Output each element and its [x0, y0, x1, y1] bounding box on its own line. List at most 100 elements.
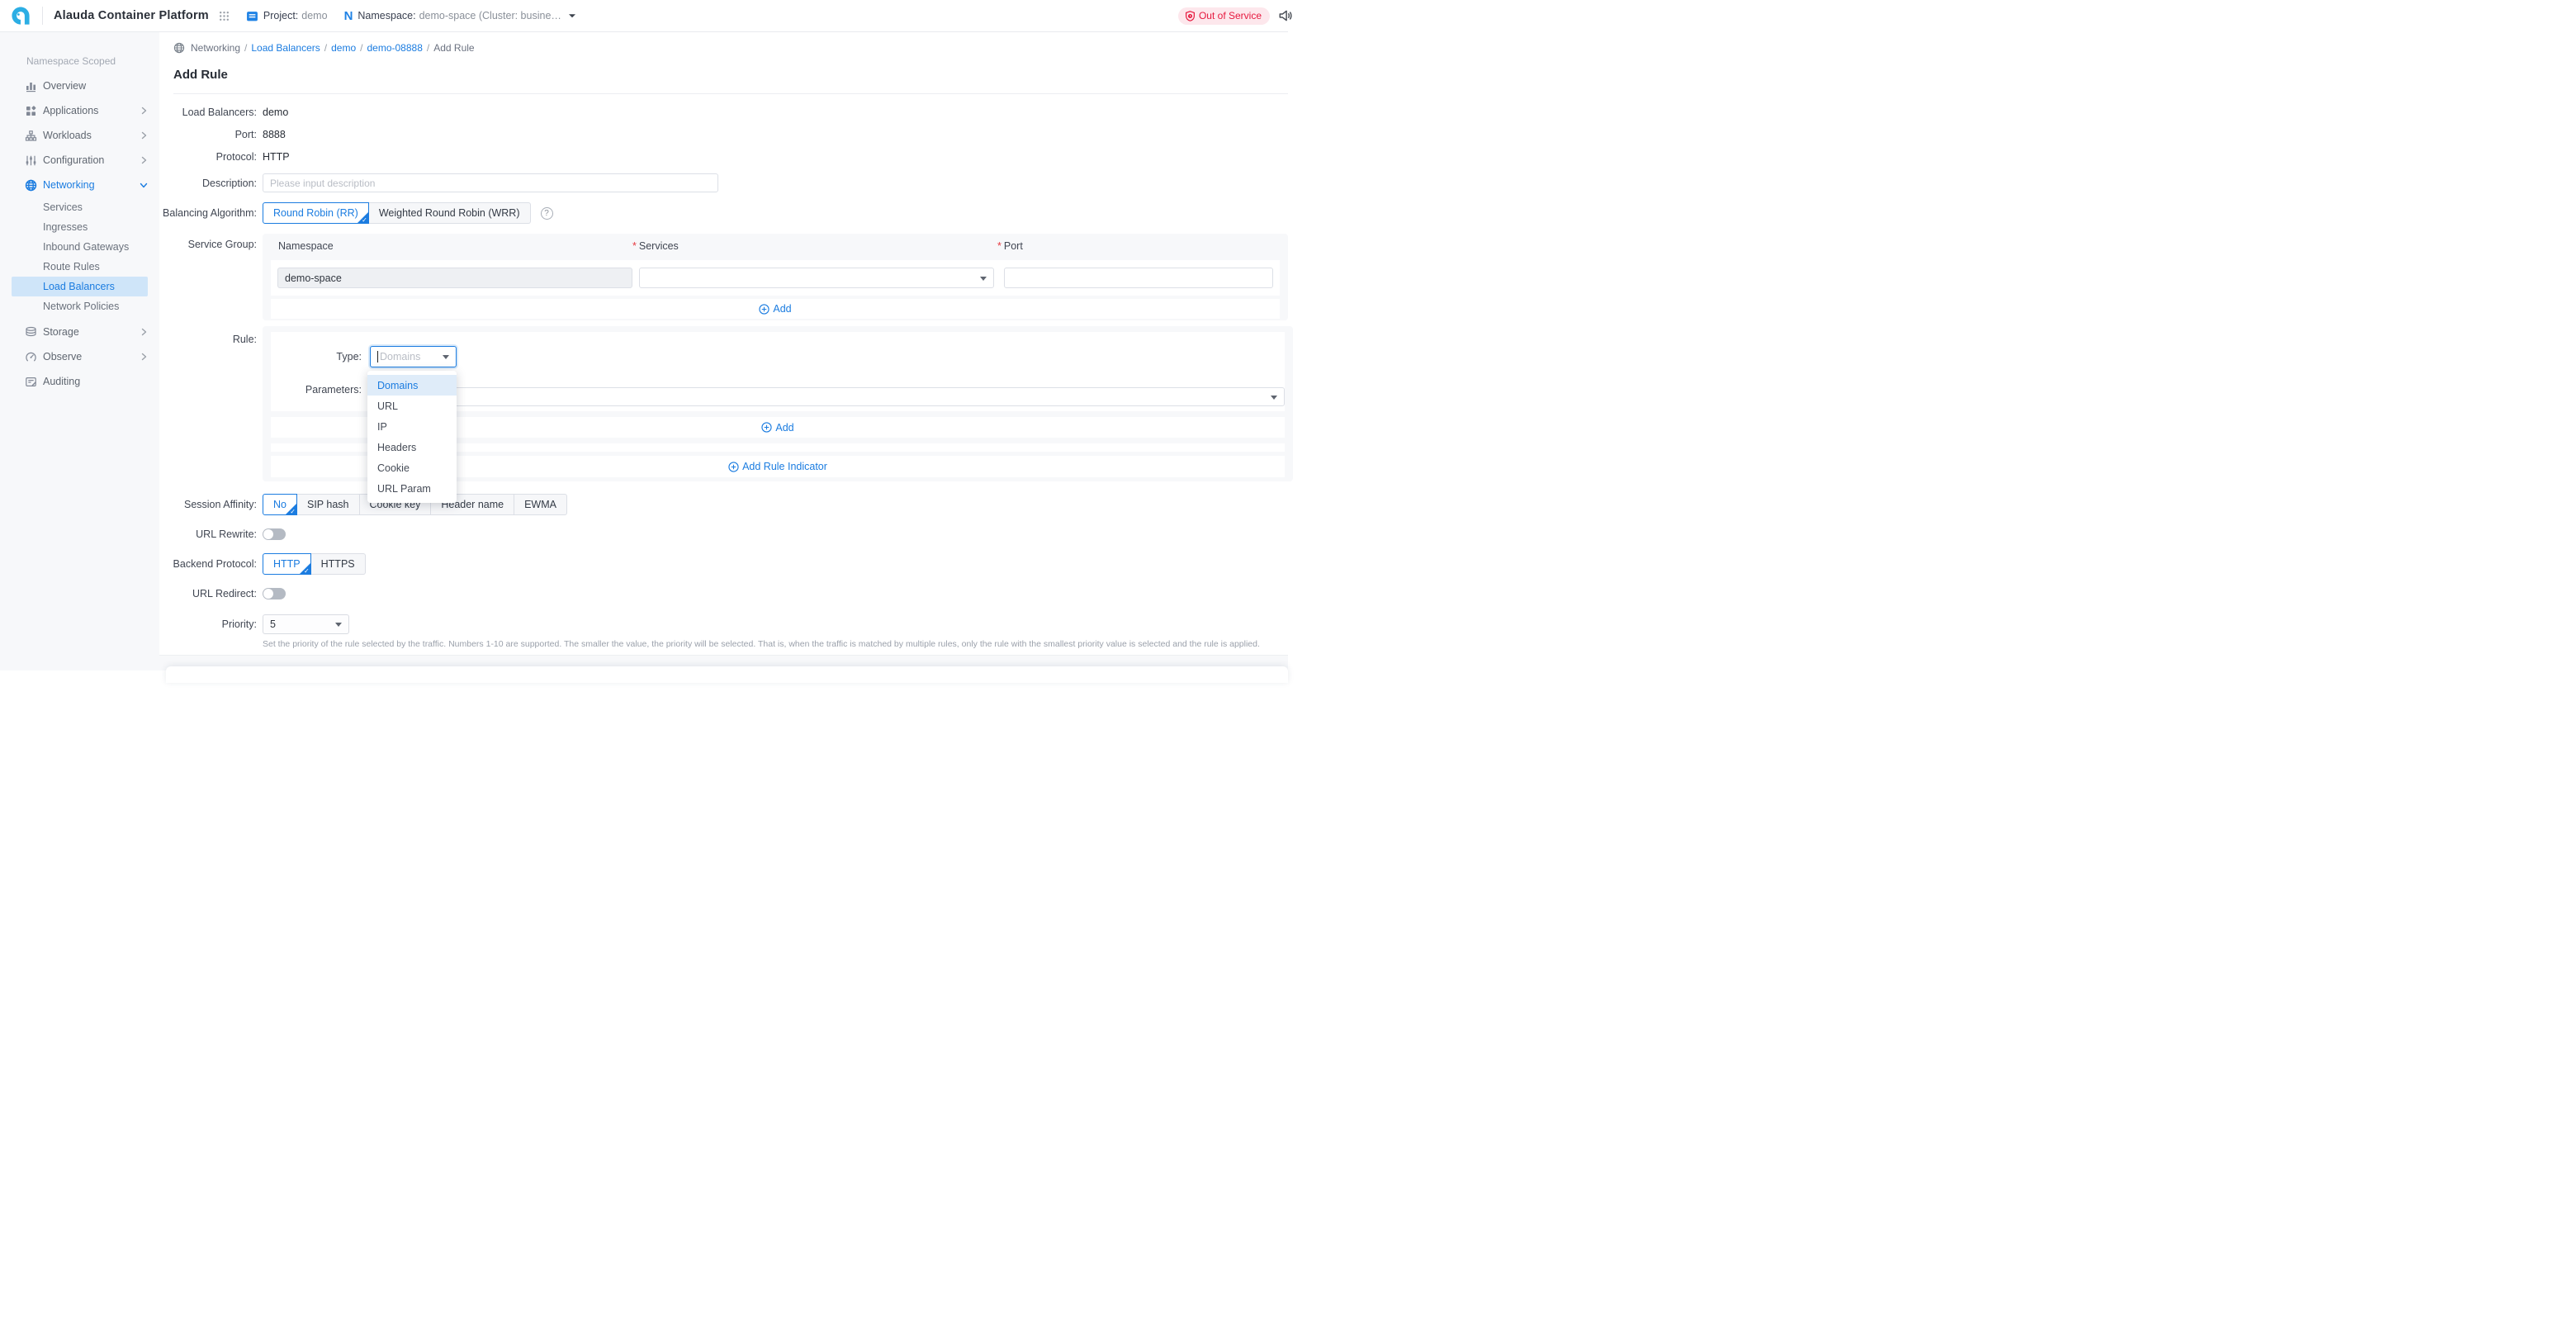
- sidebar-item-workloads[interactable]: Workloads: [0, 123, 159, 148]
- configuration-icon: [25, 154, 37, 167]
- namespace-selector[interactable]: N Namespace: demo-space (Cluster: busine…: [344, 9, 576, 23]
- service-port-select[interactable]: [1004, 268, 1273, 288]
- breadcrumb-separator: /: [244, 42, 247, 54]
- port-label: Port:: [159, 129, 263, 140]
- add-rule-indicator-button[interactable]: Add Rule Indicator: [728, 461, 827, 472]
- balancing-algorithm-label: Balancing Algorithm:: [159, 207, 263, 219]
- rule-parameters-select[interactable]: [370, 387, 1285, 406]
- sidebar-item-overview[interactable]: Overview: [0, 73, 159, 98]
- observe-gauge-icon: [25, 351, 37, 363]
- sidebar-child-label: Ingresses: [43, 221, 88, 233]
- breadcrumb-link-load-balancers[interactable]: Load Balancers: [251, 42, 320, 54]
- url-redirect-toggle[interactable]: [263, 588, 286, 599]
- sidebar-item-services[interactable]: Services: [0, 197, 159, 217]
- column-header-namespace: Namespace: [271, 240, 632, 252]
- service-group-panel: Namespace *Services *Port demo-space Add: [263, 234, 1288, 320]
- service-group-add-row: Add: [271, 299, 1280, 319]
- service-group-label: Service Group:: [159, 234, 263, 250]
- sidebar-child-label: Services: [43, 201, 83, 213]
- rule-parameters-label: Parameters:: [271, 384, 370, 396]
- sidebar-item-configuration[interactable]: Configuration: [0, 148, 159, 173]
- help-icon[interactable]: ?: [541, 207, 553, 220]
- dropdown-option-cookie[interactable]: Cookie: [367, 457, 457, 478]
- breadcrumb-separator: /: [427, 42, 429, 54]
- select-caret-icon: [443, 355, 449, 359]
- plus-circle-icon: [761, 422, 772, 433]
- add-service-button[interactable]: Add: [759, 303, 791, 315]
- sidebar-item-network-policies[interactable]: Network Policies: [0, 296, 159, 316]
- url-rewrite-label: URL Rewrite:: [159, 528, 263, 540]
- session-affinity-no[interactable]: No: [263, 494, 297, 515]
- sidebar-item-networking[interactable]: Networking: [0, 173, 159, 197]
- backend-protocol-label: Backend Protocol:: [159, 558, 263, 570]
- sidebar-item-label: Workloads: [43, 130, 140, 141]
- url-rewrite-toggle[interactable]: [263, 528, 286, 540]
- project-selector[interactable]: Project: demo: [246, 10, 328, 22]
- app-logo[interactable]: [10, 5, 31, 26]
- breadcrumb-link-demo[interactable]: demo: [331, 42, 356, 54]
- sidebar-item-auditing[interactable]: Auditing: [0, 369, 159, 394]
- rule-type-label: Type:: [271, 351, 370, 362]
- session-affinity-label: Session Affinity:: [159, 499, 263, 510]
- sidebar: Namespace Scoped Overview Applications W…: [0, 32, 159, 670]
- balancing-option-rr[interactable]: Round Robin (RR): [263, 202, 369, 224]
- dropdown-option-domains[interactable]: Domains: [367, 375, 457, 396]
- dropdown-option-headers[interactable]: Headers: [367, 437, 457, 457]
- storage-icon: [25, 326, 37, 339]
- chevron-right-icon: [140, 107, 148, 115]
- load-balancers-value: demo: [263, 107, 288, 118]
- sidebar-section-label: Namespace Scoped: [26, 55, 159, 67]
- namespace-value: demo-space (Cluster: busine…: [419, 10, 561, 21]
- dropdown-option-url[interactable]: URL: [367, 396, 457, 416]
- sidebar-item-ingresses[interactable]: Ingresses: [0, 217, 159, 237]
- rule-panel: Type: Domains Parameters:: [263, 326, 1293, 481]
- sidebar-item-route-rules[interactable]: Route Rules: [0, 257, 159, 277]
- balancing-algorithm-group: Round Robin (RR) Weighted Round Robin (W…: [263, 202, 531, 224]
- priority-select[interactable]: 5: [263, 614, 349, 634]
- add-parameter-button[interactable]: Add: [761, 422, 793, 434]
- rule-type-dropdown: Domains URL IP Headers Cookie URL Param: [367, 371, 457, 503]
- backend-protocol-https[interactable]: HTTPS: [311, 553, 366, 575]
- required-marker: *: [997, 240, 1002, 252]
- project-value: demo: [301, 10, 327, 21]
- status-badge[interactable]: Out of Service: [1178, 7, 1270, 25]
- app-switcher-icon[interactable]: [219, 11, 230, 21]
- rule-label: Rule:: [159, 326, 263, 345]
- session-affinity-ewma[interactable]: EWMA: [514, 494, 567, 515]
- breadcrumb-item-current: Add Rule: [433, 42, 474, 54]
- dropdown-option-url-param[interactable]: URL Param: [367, 478, 457, 499]
- backend-protocol-http[interactable]: HTTP: [263, 553, 311, 575]
- plus-circle-icon: [759, 304, 769, 315]
- sidebar-item-label: Networking: [43, 179, 140, 191]
- balancing-option-wrr[interactable]: Weighted Round Robin (WRR): [369, 202, 531, 224]
- chevron-right-icon: [140, 156, 148, 164]
- description-label: Description:: [159, 178, 263, 189]
- auditing-icon: [25, 376, 37, 388]
- port-value: 8888: [263, 129, 286, 140]
- breadcrumb-separator: /: [360, 42, 362, 54]
- sidebar-child-label: Network Policies: [43, 301, 119, 312]
- announcement-icon[interactable]: [1278, 8, 1293, 23]
- protocol-label: Protocol:: [159, 151, 263, 163]
- services-select[interactable]: [639, 268, 994, 288]
- sidebar-child-label: Load Balancers: [43, 281, 115, 292]
- sidebar-item-inbound-gateways[interactable]: Inbound Gateways: [0, 237, 159, 257]
- breadcrumb-link-demo-08888[interactable]: demo-08888: [367, 42, 422, 54]
- sidebar-item-storage[interactable]: Storage: [0, 320, 159, 344]
- backend-protocol-group: HTTP HTTPS: [263, 553, 366, 575]
- app-title: Alauda Container Platform: [54, 9, 209, 22]
- app-header: Alauda Container Platform Project: demo …: [0, 0, 1288, 32]
- description-input[interactable]: [263, 173, 718, 192]
- sidebar-item-applications[interactable]: Applications: [0, 98, 159, 123]
- sidebar-item-label: Configuration: [43, 154, 140, 166]
- sidebar-item-label: Auditing: [43, 376, 148, 387]
- dropdown-option-ip[interactable]: IP: [367, 416, 457, 437]
- page-title: Add Rule: [173, 68, 1288, 94]
- shield-clock-icon: [1185, 11, 1196, 21]
- sidebar-item-observe[interactable]: Observe: [0, 344, 159, 369]
- project-label: Project:: [263, 10, 298, 21]
- sidebar-item-label: Observe: [43, 351, 140, 362]
- sidebar-item-load-balancers[interactable]: Load Balancers: [12, 277, 148, 296]
- rule-type-select[interactable]: Domains: [370, 346, 457, 367]
- session-affinity-sip-hash[interactable]: SIP hash: [297, 494, 360, 515]
